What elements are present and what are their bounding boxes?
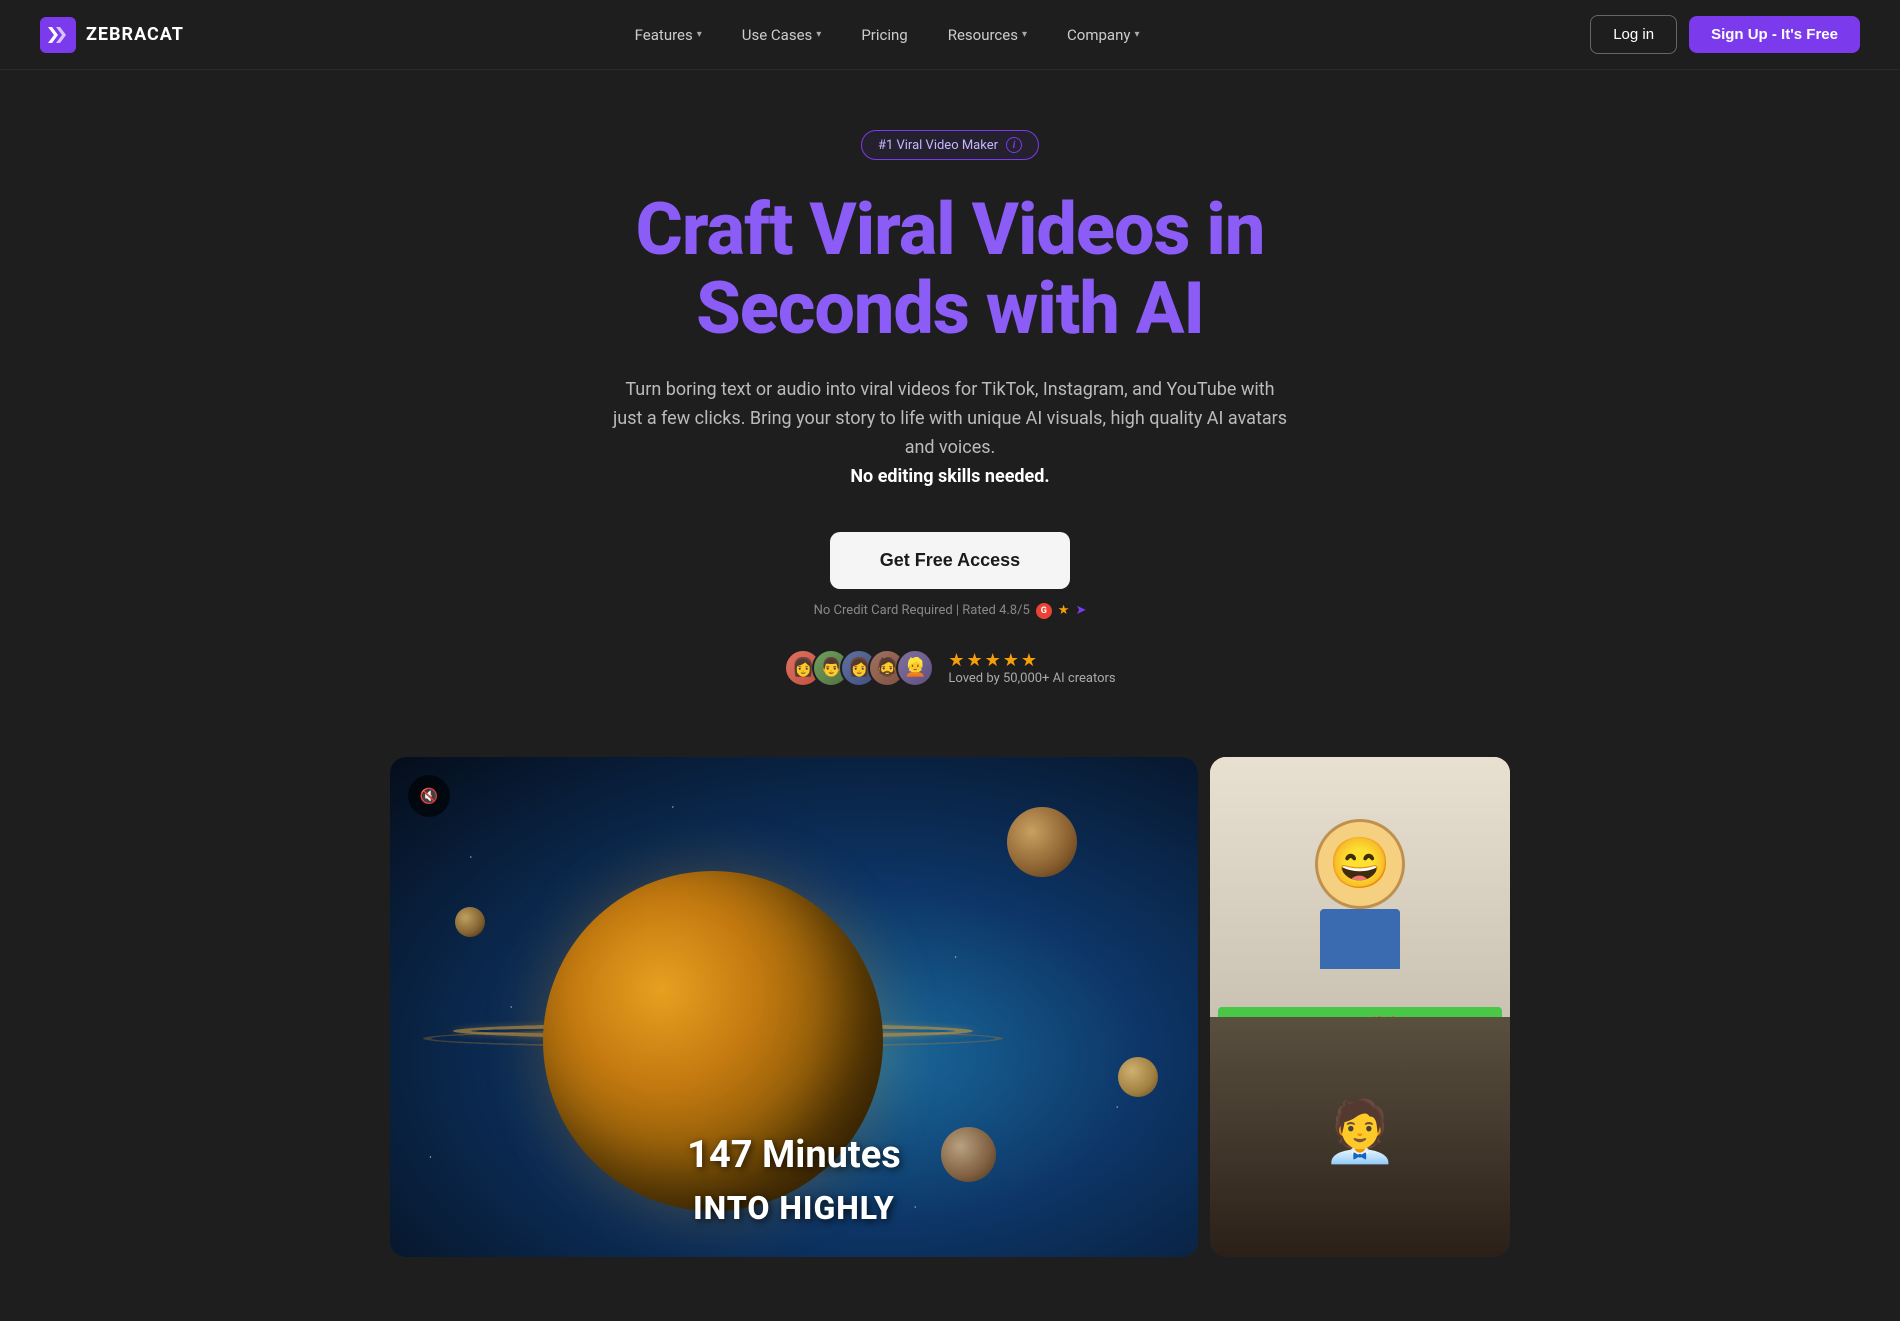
- avatar: 👱: [896, 649, 934, 687]
- nav-company[interactable]: Company ▾: [1051, 18, 1155, 52]
- nav-use-cases[interactable]: Use Cases ▾: [726, 18, 838, 52]
- nav-links: Features ▾ Use Cases ▾ Pricing Resources…: [619, 18, 1156, 52]
- person-emoji: 🧑‍💼: [1323, 1096, 1398, 1167]
- company-chevron-icon: ▾: [1134, 29, 1139, 40]
- navbar: ZEBRACAT Features ▾ Use Cases ▾ Pricing …: [0, 0, 1900, 70]
- info-icon: i: [1006, 137, 1022, 153]
- logo-text: ZEBRACAT: [86, 24, 184, 45]
- stars: ★★★★★: [948, 650, 1039, 671]
- hero-bold: No editing skills needed.: [850, 466, 1049, 487]
- hero-section: #1 Viral Video Maker i Craft Viral Video…: [0, 70, 1900, 727]
- video-right: 😄 THESE TOOLS ARE ✗✗ 🧑‍💼: [1210, 757, 1510, 1257]
- trust-star-icon: ★: [1058, 603, 1070, 618]
- right-scene: 😄 THESE TOOLS ARE ✗✗ 🧑‍💼: [1210, 757, 1510, 1257]
- logo-icon: [40, 17, 76, 53]
- social-proof: 👩 👨 👩 🧔 👱 ★★★★★ Loved by 50,000+ AI crea…: [784, 649, 1115, 687]
- cartoon-area: 😄: [1210, 757, 1510, 1032]
- video-section: 147 Minutes INTO HIGHLY 🔇 😄 THESE TOOLS: [370, 757, 1530, 1257]
- get-free-access-button[interactable]: Get Free Access: [830, 532, 1070, 589]
- video-left: 147 Minutes INTO HIGHLY 🔇: [390, 757, 1198, 1257]
- login-button[interactable]: Log in: [1590, 15, 1677, 54]
- headline-line1: Craft Viral Videos in: [636, 187, 1265, 272]
- mute-icon: 🔇: [420, 787, 439, 805]
- logo-link[interactable]: ZEBRACAT: [40, 17, 184, 53]
- google-icon: G: [1036, 603, 1052, 619]
- video-text-bottom: INTO HIGHLY: [390, 1189, 1198, 1227]
- minutes-text: 147 Minutes: [390, 1133, 1198, 1177]
- features-chevron-icon: ▾: [697, 29, 702, 40]
- avatar-group: 👩 👨 👩 🧔 👱: [784, 649, 934, 687]
- planet-scene: 147 Minutes INTO HIGHLY: [390, 757, 1198, 1257]
- cartoon-character: 😄: [1315, 819, 1405, 969]
- real-person-area: 🧑‍💼: [1210, 1017, 1510, 1257]
- trust-arrow-icon: ➤: [1075, 603, 1086, 618]
- mute-button[interactable]: 🔇: [408, 775, 450, 817]
- nav-features[interactable]: Features ▾: [619, 18, 718, 52]
- small-planet-2: [1118, 1057, 1158, 1097]
- nav-actions: Log in Sign Up - It's Free: [1590, 15, 1860, 54]
- trust-label: No Credit Card Required | Rated 4.8/5: [814, 603, 1030, 618]
- resources-chevron-icon: ▾: [1022, 29, 1027, 40]
- social-proof-text: ★★★★★ Loved by 50,000+ AI creators: [948, 650, 1115, 686]
- small-planet-4: [455, 907, 485, 937]
- badge-text: #1 Viral Video Maker: [878, 138, 998, 153]
- nav-pricing[interactable]: Pricing: [845, 18, 923, 52]
- headline-line2: Seconds with AI: [696, 266, 1204, 351]
- hero-badge: #1 Viral Video Maker i: [861, 130, 1039, 160]
- nav-resources[interactable]: Resources ▾: [932, 18, 1043, 52]
- hero-headline: Craft Viral Videos in Seconds with AI: [636, 190, 1265, 348]
- signup-button[interactable]: Sign Up - It's Free: [1689, 16, 1860, 53]
- hero-subtext: Turn boring text or audio into viral vid…: [610, 376, 1290, 491]
- cartoon-body: [1320, 909, 1400, 969]
- small-planet-1: [1007, 807, 1077, 877]
- trust-text: No Credit Card Required | Rated 4.8/5 G …: [814, 603, 1087, 619]
- video-text-overlay: 147 Minutes: [390, 1133, 1198, 1177]
- cartoon-head: 😄: [1315, 819, 1405, 909]
- use-cases-chevron-icon: ▾: [816, 29, 821, 40]
- proof-label: Loved by 50,000+ AI creators: [948, 671, 1115, 686]
